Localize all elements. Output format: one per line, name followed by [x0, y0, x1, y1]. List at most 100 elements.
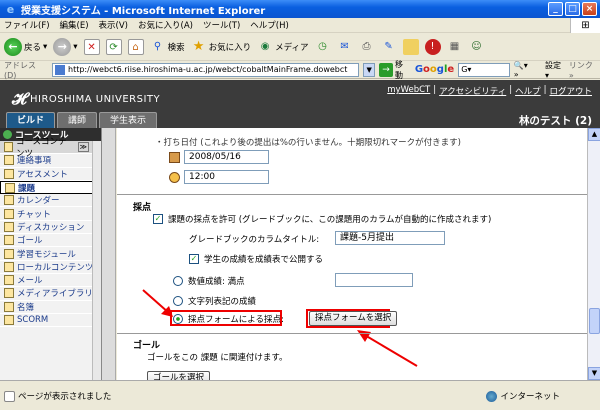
select-goal-button[interactable]: ゴールを選択 [147, 371, 211, 380]
link-logout[interactable]: ログアウト [549, 85, 592, 97]
back-button[interactable]: ← 戻る ▾ [4, 37, 47, 56]
discussion-icon [4, 221, 14, 232]
folder-icon [4, 142, 13, 153]
role-tabs: ビルド 講師 学生表示 [6, 112, 158, 128]
print-icon[interactable]: ⎙ [359, 39, 375, 55]
scroll-down-arrow[interactable]: ▼ [588, 367, 600, 380]
assessment-icon [4, 168, 14, 179]
media-button[interactable]: ◉ メディア [257, 39, 309, 55]
sidebar-item-goals[interactable]: ゴール [0, 234, 101, 248]
clock-icon[interactable] [169, 171, 180, 183]
research-icon[interactable]: ▦ [447, 39, 463, 55]
time-input[interactable]: 12:00 [184, 170, 269, 184]
menu-file[interactable]: ファイル(F) [4, 19, 50, 31]
menu-edit[interactable]: 編集(E) [60, 19, 89, 31]
frame-splitter[interactable] [102, 128, 116, 380]
scroll-up-arrow[interactable]: ▲ [588, 128, 600, 141]
go-button[interactable]: → 移動 [379, 59, 411, 81]
messenger-icon[interactable]: ☺ [469, 39, 485, 55]
favorites-button[interactable]: ★ お気に入り [191, 39, 251, 55]
grading-form-row: 採点フォームによる採点: [173, 313, 284, 325]
divider [117, 194, 587, 195]
page-done-icon [4, 390, 15, 402]
folder-icon[interactable] [402, 38, 419, 55]
links-menu[interactable]: リンク » [569, 60, 600, 80]
google-search-input[interactable]: G▾ [458, 62, 510, 77]
google-logo: Google [414, 64, 455, 75]
url-input[interactable]: http://webct6.riise.hiroshima-u.ac.jp/we… [52, 62, 360, 77]
sidebar-item-assignments[interactable]: 課題 [0, 180, 101, 195]
numeric-grade-radio[interactable] [173, 276, 183, 286]
max-points-input[interactable] [335, 273, 413, 287]
tab-build[interactable]: ビルド [6, 112, 56, 128]
sidebar-item-course-content[interactable]: コースコンテンツ ≫ [0, 137, 101, 159]
grading-section-title: 採点 [133, 203, 152, 213]
goal-description: ゴールをこの 課題 に関連付けます。 [147, 353, 288, 363]
due-date-note: ・打ち日付 (これより後の提出は%の行いません。十期限切れマークが付きます) [155, 138, 461, 148]
sidebar-item-scorm[interactable]: SCORM [0, 314, 101, 328]
window-title-bar: e 授業支援システム - Microsoft Internet Explorer… [0, 0, 600, 18]
menu-tools[interactable]: ツール(T) [203, 19, 240, 31]
menu-favorites[interactable]: お気に入り(A) [138, 19, 193, 31]
stop-icon[interactable]: ✕ [83, 38, 100, 55]
publish-grades-checkbox[interactable]: ✓ [189, 254, 199, 264]
sidebar-item-chat[interactable]: チャット [0, 207, 101, 221]
google-go[interactable]: 🔍▾ » [514, 61, 535, 79]
address-bar: アドレス(D) http://webct6.riise.hiroshima-u.… [0, 59, 600, 81]
edit-icon[interactable]: ✎ [381, 39, 397, 55]
link-accessibility[interactable]: アクセシビリティ [439, 85, 506, 97]
window-title: 授業支援システム - Microsoft Internet Explorer [21, 5, 266, 17]
toolbar: ← 戻る ▾ → ▾ ✕ ⟳ ⌂ ⚲ 検索 ★ お気に入り ◉ メディア ◷ ✉… [0, 33, 600, 61]
sidebar-scrollbar[interactable] [92, 141, 101, 380]
home-icon[interactable]: ⌂ [127, 38, 144, 55]
search-button[interactable]: ⚲ 検索 [150, 39, 185, 55]
assignment-form: ・打ち日付 (これより後の提出は%の行いません。十期限切れマークが付きます) 2… [117, 128, 587, 380]
scorm-icon [4, 315, 14, 325]
sidebar-item-learning-modules[interactable]: 学習モジュール [0, 247, 101, 261]
link-mywebct[interactable]: myWebCT [387, 85, 430, 97]
block-icon[interactable]: ! [424, 38, 441, 55]
menu-bar: ファイル(F) 編集(E) 表示(V) お気に入り(A) ツール(T) ヘルプ(… [0, 18, 600, 33]
local-content-icon [4, 261, 14, 272]
media-library-icon [4, 288, 14, 299]
column-title-row: グレードブックのカラムタイトル: [189, 235, 320, 245]
calendar-icon[interactable] [169, 151, 180, 163]
sidebar-item-local-content[interactable]: ローカルコンテンツ [0, 261, 101, 274]
column-title-input[interactable]: 課題-5月提出 [335, 231, 445, 245]
url-dropdown-arrow[interactable]: ▼ [363, 62, 376, 77]
menu-view[interactable]: 表示(V) [99, 19, 128, 31]
sidebar-item-mail[interactable]: メール [0, 274, 101, 288]
sidebar-item-roster[interactable]: 名簿 [0, 301, 101, 314]
roster-icon [4, 301, 14, 312]
assignment-icon [5, 182, 15, 193]
zone-text: インターネット [500, 392, 560, 402]
chevron-down-icon[interactable]: ≫ [77, 142, 89, 153]
sidebar-item-assessments[interactable]: アセスメント [0, 168, 101, 181]
content-scrollbar[interactable]: ▲ ▼ [587, 128, 600, 380]
settings-menu[interactable]: 設定▾ [545, 60, 565, 80]
mail-icon[interactable]: ✉ [337, 39, 353, 55]
address-label: アドレス(D) [4, 60, 36, 80]
sidebar-item-discussions[interactable]: ディスカッション [0, 221, 101, 235]
select-grading-form-button[interactable]: 採点フォームを選択 [309, 311, 398, 326]
text-grade-row: 文字列表記の成績 [173, 295, 256, 307]
media-icon: ◉ [260, 40, 270, 52]
numeric-grade-row: 数値成績: 満点 [173, 275, 245, 287]
sidebar-item-media-library[interactable]: メディアライブラリ [0, 287, 101, 301]
minimize-button[interactable]: _ [548, 2, 563, 16]
sidebar-item-calendar[interactable]: カレンダー [0, 194, 101, 208]
tab-student-view[interactable]: 学生表示 [99, 112, 158, 128]
maximize-button[interactable]: □ [565, 2, 580, 16]
date-input[interactable]: 2008/05/16 [184, 150, 269, 164]
menu-help[interactable]: ヘルプ(H) [250, 19, 289, 31]
top-links: myWebCT | アクセシビリティ | ヘルプ | ログアウト [387, 85, 592, 97]
forward-button[interactable]: → ▾ [53, 37, 78, 56]
allow-grading-checkbox[interactable]: ✓ [153, 214, 163, 224]
scroll-thumb[interactable] [589, 308, 600, 334]
link-help[interactable]: ヘルプ [515, 85, 541, 97]
history-icon[interactable]: ◷ [315, 39, 331, 55]
tab-instructor[interactable]: 講師 [57, 112, 98, 128]
refresh-icon[interactable]: ⟳ [105, 38, 122, 55]
chat-icon [4, 208, 14, 219]
close-button[interactable]: × [582, 2, 597, 16]
